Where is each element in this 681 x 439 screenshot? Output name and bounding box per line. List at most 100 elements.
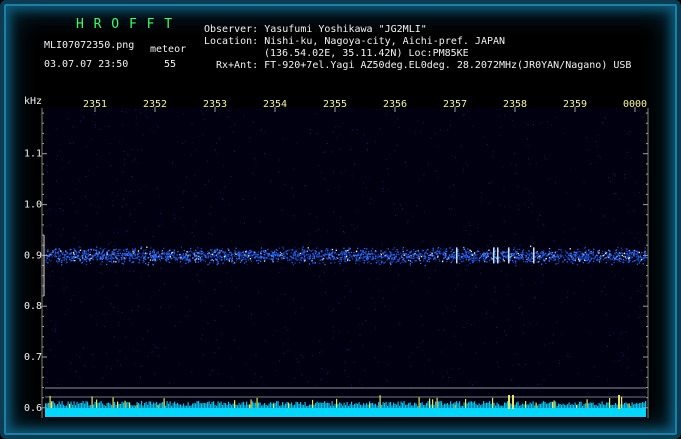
signal-pixel <box>188 250 190 253</box>
y-tick-label: 1.0 <box>24 200 42 211</box>
noise-pixel <box>201 334 203 336</box>
signal-pixel <box>104 248 106 250</box>
signal-pixel <box>472 261 474 264</box>
signal-pixel <box>395 250 397 253</box>
noise-pixel <box>182 207 184 209</box>
signal-pixel <box>471 260 473 262</box>
signal-pixel <box>581 255 583 258</box>
floor-pixel <box>393 402 395 408</box>
noise-pixel <box>95 124 96 126</box>
noise-pixel <box>147 356 149 358</box>
signal-pixel <box>429 251 431 253</box>
signal-pixel <box>414 257 416 259</box>
signal-pixel <box>413 251 415 253</box>
floor-spike <box>369 403 371 408</box>
signal-pixel <box>257 256 259 258</box>
noise-pixel <box>129 283 131 285</box>
signal-pixel <box>105 258 107 260</box>
signal-pixel <box>134 249 136 251</box>
floor-pixel <box>568 402 570 408</box>
signal-pixel <box>316 247 318 249</box>
signal-pixel <box>633 249 635 252</box>
signal-pixel <box>187 255 189 258</box>
signal-pixel <box>371 253 373 255</box>
noise-pixel <box>61 278 63 280</box>
signal-pixel <box>242 251 245 253</box>
floor-spike <box>157 404 159 408</box>
signal-pixel <box>593 260 595 262</box>
signal-pixel <box>366 257 368 260</box>
floor-pixel <box>345 405 347 408</box>
noise-pixel <box>599 157 601 159</box>
floor-pixel <box>474 401 476 408</box>
signal-pixel <box>304 255 306 258</box>
noise-pixel <box>613 360 615 362</box>
signal-pixel <box>416 256 418 259</box>
signal-pixel <box>513 247 516 249</box>
y-tick-label: 1.1 <box>24 149 42 160</box>
noise-pixel <box>306 270 308 272</box>
signal-pixel <box>275 249 277 251</box>
signal-pixel <box>575 257 577 259</box>
noise-pixel <box>498 114 500 116</box>
signal-pixel <box>596 254 598 256</box>
noise-pixel <box>234 151 235 153</box>
signal-pixel <box>126 250 128 252</box>
signal-pixel <box>333 256 335 258</box>
floor-pixel <box>528 404 530 408</box>
noise-pixel <box>105 352 107 354</box>
signal-pixel <box>140 246 142 248</box>
signal-pixel <box>491 258 494 260</box>
noise-pixel <box>356 129 358 130</box>
signal-pixel <box>54 250 56 253</box>
noise-pixel <box>481 201 483 203</box>
signal-pixel <box>343 258 345 260</box>
noise-pixel <box>431 371 433 372</box>
signal-pixel <box>194 255 196 257</box>
noise-pixel <box>621 352 623 354</box>
floor-pixel <box>601 401 603 408</box>
signal-pixel <box>544 252 547 255</box>
floor-pixel <box>99 402 101 408</box>
floor-spike <box>288 402 290 408</box>
signal-pixel <box>378 255 380 258</box>
signal-pixel <box>61 261 63 263</box>
signal-pixel <box>593 248 595 250</box>
noise-pixel <box>586 263 588 265</box>
signal-pixel <box>403 261 405 263</box>
noise-pixel <box>427 291 429 293</box>
signal-pixel <box>67 256 69 258</box>
signal-pixel <box>362 250 364 252</box>
x-tick-label: 2355 <box>323 99 347 110</box>
noise-pixel <box>407 220 409 222</box>
floor-pixel <box>354 403 356 408</box>
noise-pixel <box>604 286 606 288</box>
signal-pixel <box>382 252 384 254</box>
signal-pixel <box>468 256 470 258</box>
signal-pixel <box>572 257 575 259</box>
floor-pixel <box>142 405 144 408</box>
noise-pixel <box>76 354 78 356</box>
signal-pixel <box>362 253 364 256</box>
signal-pixel <box>316 254 319 256</box>
floor-pixel <box>499 405 501 408</box>
signal-pixel <box>630 251 632 253</box>
floor-pixel <box>144 403 146 408</box>
noise-pixel <box>495 301 497 303</box>
noise-pixel <box>441 351 443 353</box>
signal-pixel <box>116 259 119 261</box>
signal-pixel <box>101 253 103 255</box>
floor-pixel <box>501 405 503 408</box>
noise-pixel <box>315 385 317 387</box>
signal-pixel <box>66 251 68 254</box>
noise-pixel <box>515 173 516 175</box>
floor-spike <box>576 404 578 408</box>
noise-pixel <box>541 303 543 305</box>
signal-pixel <box>617 253 619 255</box>
noise-pixel <box>131 149 133 151</box>
signal-pixel <box>79 249 82 251</box>
signal-pixel <box>177 251 179 253</box>
noise-pixel <box>210 206 212 208</box>
signal-pixel <box>613 257 615 259</box>
signal-pixel <box>389 255 391 257</box>
